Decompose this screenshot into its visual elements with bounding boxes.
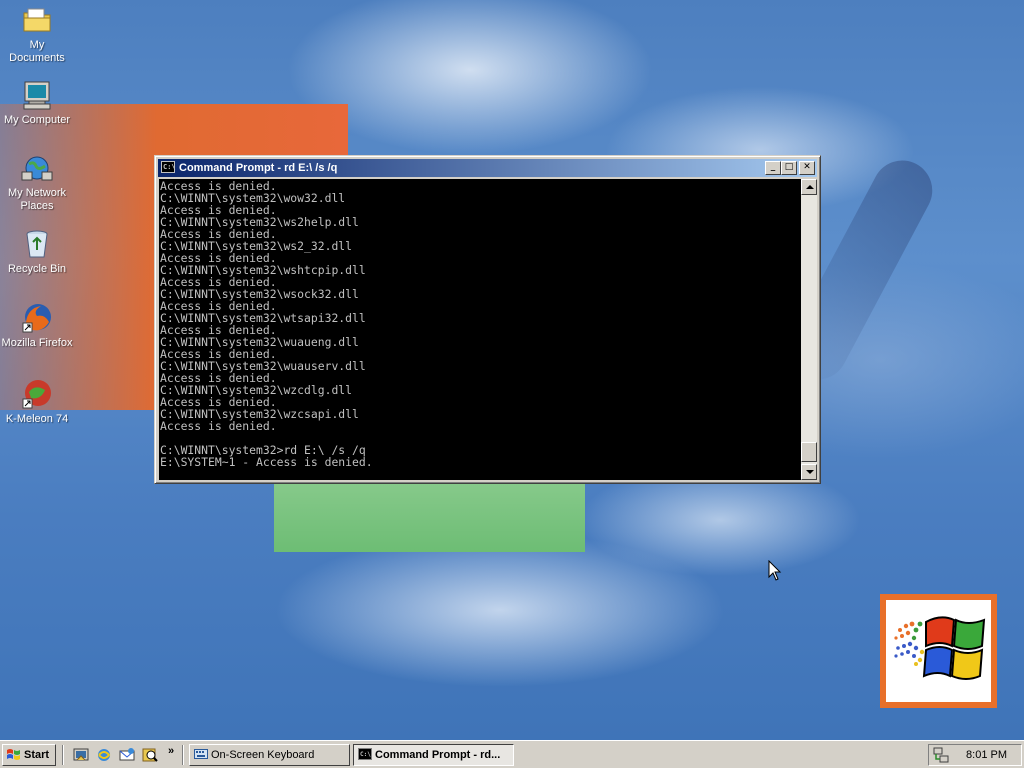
arrow-down-icon [806, 470, 814, 474]
desktop-icon-mozilla-firefox[interactable]: Mozilla Firefox [0, 302, 74, 350]
wallpaper-green-panel [274, 484, 585, 552]
console-output-area[interactable]: Access is denied. C:\WINNT\system32\wow3… [159, 179, 801, 480]
desktop-icon-label: Places [20, 200, 54, 212]
clock[interactable]: 8:01 PM [966, 745, 1007, 765]
keyboard-icon [194, 749, 208, 759]
quick-launch-more-button[interactable]: » [168, 745, 174, 757]
cmd-icon[interactable]: C:\ [161, 161, 176, 173]
start-button[interactable]: Start [2, 744, 56, 766]
internet-explorer-icon[interactable] [96, 747, 112, 763]
arrow-up-icon [806, 185, 814, 189]
scroll-up-button[interactable] [801, 179, 817, 195]
close-button[interactable]: ✕ [799, 161, 815, 175]
taskbar: Start » On-Screen Keyboard C:\ Command P… [0, 740, 1024, 768]
vertical-scrollbar[interactable] [801, 179, 817, 480]
taskbar-button-on-screen-keyboard[interactable]: On-Screen Keyboard [189, 744, 350, 766]
desktop-icon-label: K-Meleon 74 [5, 413, 69, 425]
svg-text:C:\: C:\ [360, 751, 371, 758]
desktop-icon-my-documents[interactable]: My Documents [0, 4, 74, 65]
mouse-cursor-icon [768, 560, 782, 581]
scroll-down-button[interactable] [801, 464, 817, 480]
network-tray-icon[interactable] [933, 747, 949, 763]
console-text: Access is denied. C:\WINNT\system32\wow3… [160, 179, 373, 469]
desktop-icon-label: Mozilla Firefox [1, 337, 73, 349]
folder-icon [21, 4, 53, 36]
desktop-icon-label: My Network [7, 187, 67, 199]
taskbar-separator [182, 745, 184, 765]
desktop-icon-my-computer[interactable]: My Computer [0, 79, 74, 127]
computer-icon [21, 79, 53, 111]
network-icon [21, 152, 53, 184]
taskbar-button-label: On-Screen Keyboard [211, 749, 315, 761]
window-titlebar[interactable]: C:\ Command Prompt - rd E:\ /s /q _ □ ✕ [158, 159, 817, 177]
taskbar-button-command-prompt[interactable]: C:\ Command Prompt - rd... [353, 744, 514, 766]
desktop-icon-recycle-bin[interactable]: Recycle Bin [0, 228, 74, 276]
windows-logo-wallpaper [880, 594, 997, 708]
desktop: My Documents My Computer My Network Plac… [0, 0, 1024, 740]
minimize-button[interactable]: _ [765, 161, 781, 175]
command-prompt-window[interactable]: C:\ Command Prompt - rd E:\ /s /q _ □ ✕ … [154, 155, 821, 484]
taskbar-separator [62, 745, 64, 765]
kmeleon-icon [21, 378, 53, 410]
scroll-thumb[interactable] [801, 442, 817, 462]
taskbar-button-label: Command Prompt - rd... [375, 749, 501, 761]
desktop-icon-my-network-places[interactable]: My Network Places [0, 152, 74, 213]
cmd-icon: C:\ [358, 748, 372, 760]
desktop-icon-label: My Documents [9, 39, 65, 64]
search-icon[interactable] [142, 747, 158, 763]
window-title: Command Prompt - rd E:\ /s /q [179, 162, 338, 174]
recycle-bin-icon [21, 228, 53, 260]
show-desktop-icon[interactable] [73, 747, 89, 763]
maximize-button[interactable]: □ [781, 161, 797, 175]
firefox-icon [21, 302, 53, 334]
windows-flag-icon [7, 749, 20, 760]
desktop-icon-label: Recycle Bin [7, 263, 67, 275]
desktop-icon-k-meleon[interactable]: K-Meleon 74 [0, 378, 74, 426]
outlook-express-icon[interactable] [119, 747, 135, 763]
desktop-icon-label: My Computer [3, 114, 71, 126]
system-tray: 8:01 PM [928, 744, 1022, 766]
windows-flag-icon [894, 616, 986, 680]
start-label: Start [24, 749, 50, 761]
